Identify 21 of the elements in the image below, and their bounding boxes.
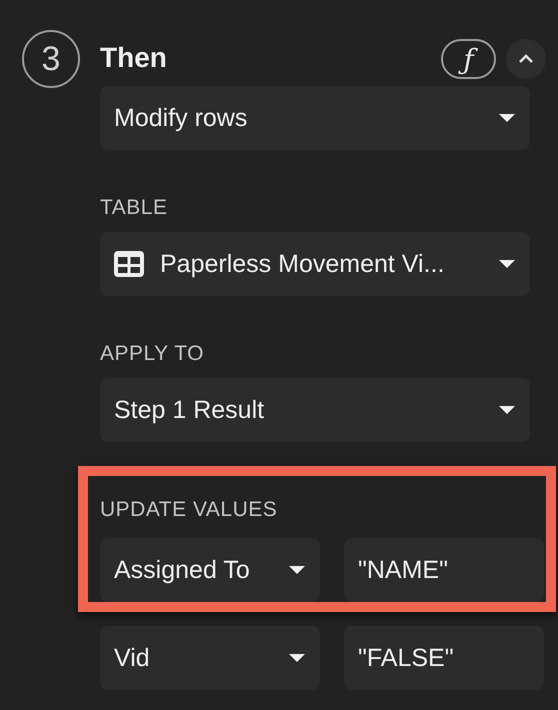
caret-icon xyxy=(288,565,306,575)
step-title: Then xyxy=(100,42,168,74)
table-dropdown[interactable]: Paperless Movement Vi... xyxy=(100,232,530,296)
value-field[interactable]: "FALSE" xyxy=(344,626,544,690)
section-label: TABLE xyxy=(100,196,168,219)
caret-icon xyxy=(288,653,306,663)
table-icon xyxy=(114,251,144,277)
field-dropdown[interactable]: Vid xyxy=(100,626,320,690)
section-label: UPDATE VALUES xyxy=(100,498,278,521)
caret-icon xyxy=(498,405,516,415)
action-dropdown[interactable]: Modify rows xyxy=(100,86,530,150)
collapse-button[interactable] xyxy=(506,39,546,79)
caret-icon xyxy=(498,259,516,269)
step-number: 3 xyxy=(22,30,80,88)
formula-button[interactable]: ƒ xyxy=(441,39,496,79)
field-dropdown[interactable]: Assigned To xyxy=(100,538,320,602)
apply-to-dropdown[interactable]: Step 1 Result xyxy=(100,378,530,442)
chevron-up-icon xyxy=(518,54,534,64)
section-label: APPLY TO xyxy=(100,342,204,365)
caret-icon xyxy=(498,113,516,123)
value-field[interactable]: "NAME" xyxy=(344,538,544,602)
